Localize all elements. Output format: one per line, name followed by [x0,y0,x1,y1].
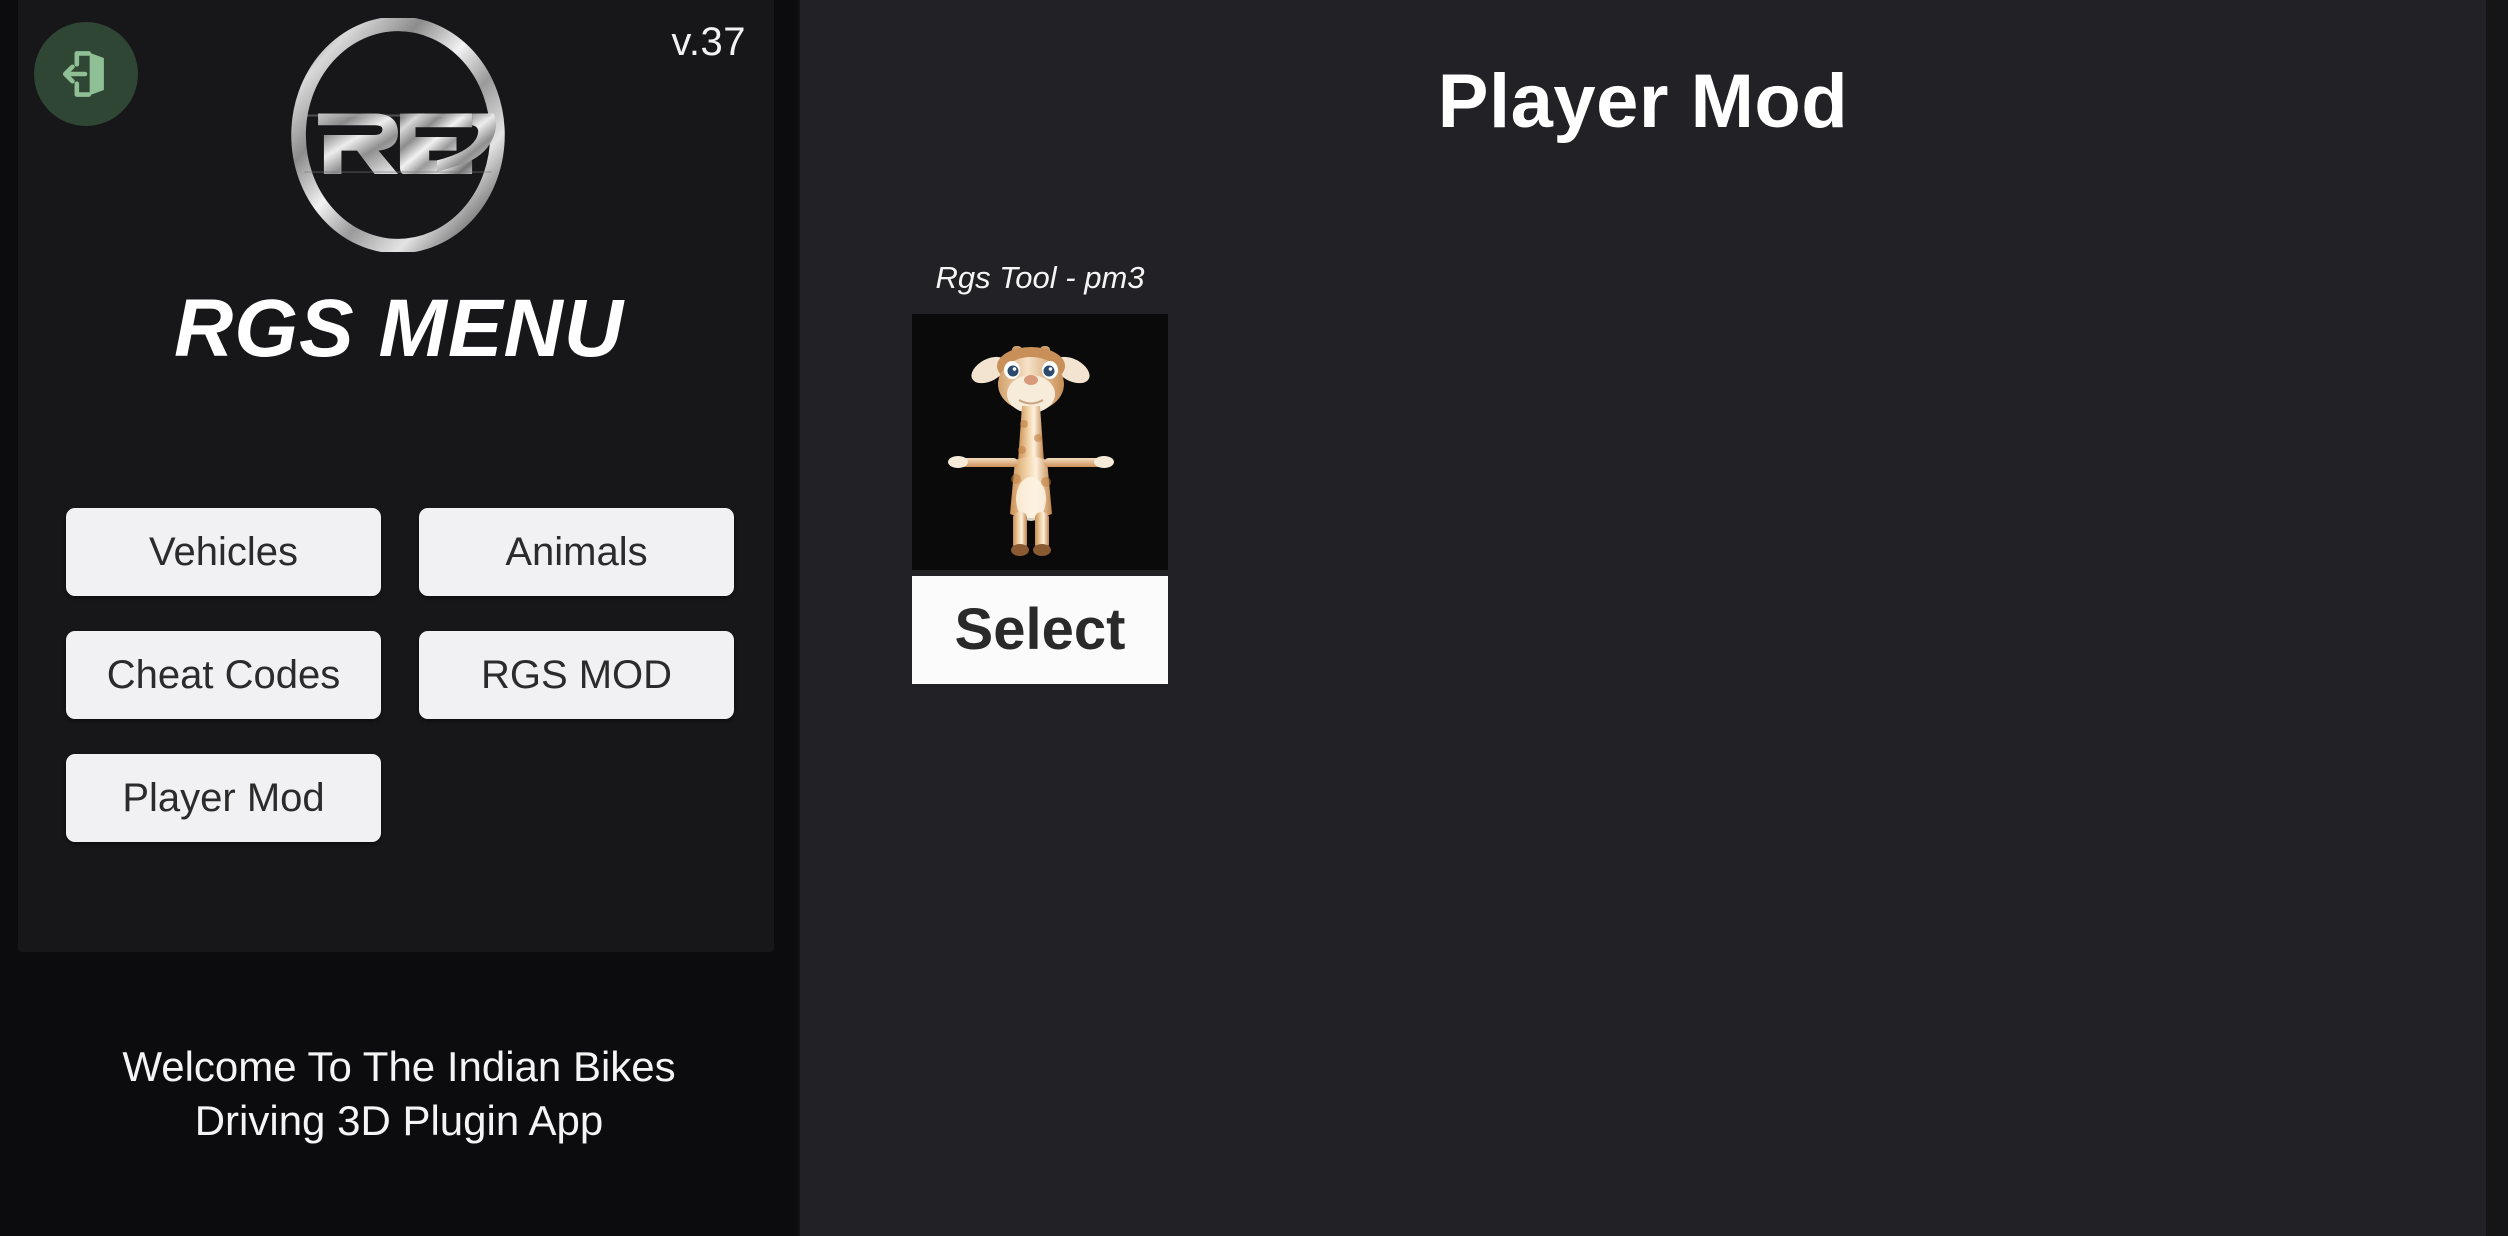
select-button[interactable]: Select [912,576,1168,684]
page-title: Player Mod [1437,59,1849,144]
sidebar-item-player-mod[interactable]: Player Mod [66,754,381,842]
app-root: Player Mod Rgs Tool - pm3 Select v.37 RG… [0,0,2508,1236]
welcome-text: Welcome To The Indian Bikes Driving 3D P… [0,1040,798,1148]
mod-item-label: Rgs Tool - pm3 [935,260,1145,295]
exit-button[interactable] [34,22,138,126]
sidebar: v.37 RGS MENU Vehicles Animals Cheat Cod… [0,0,798,1236]
sidebar-item-animals[interactable]: Animals [419,508,734,596]
nav-row-1: Vehicles Animals [66,508,734,596]
player-mod-card: Rgs Tool - pm3 Select [880,260,1200,684]
sidebar-item-vehicles[interactable]: Vehicles [66,508,381,596]
page-brand-title: RGS MENU [174,283,624,374]
sidebar-item-cheat-codes[interactable]: Cheat Codes [66,631,381,719]
nav-row-3: Player Mod [66,754,734,842]
content-panel: Player Mod Rgs Tool - pm3 Select [800,0,2486,1236]
nav-grid: Vehicles Animals Cheat Codes RGS MOD Pla… [66,508,734,877]
exit-door-icon [57,45,115,103]
welcome-line-1: Welcome To The Indian Bikes [122,1043,676,1090]
rgs-logo: RGS [281,18,515,252]
giraffe-character-model [912,314,1168,570]
nav-row-2: Cheat Codes RGS MOD [66,631,734,719]
right-edge-strip [2486,0,2508,1236]
version-label: v.37 [671,20,746,64]
welcome-line-2: Driving 3D Plugin App [194,1096,604,1144]
sidebar-item-rgs-mod[interactable]: RGS MOD [419,631,734,719]
